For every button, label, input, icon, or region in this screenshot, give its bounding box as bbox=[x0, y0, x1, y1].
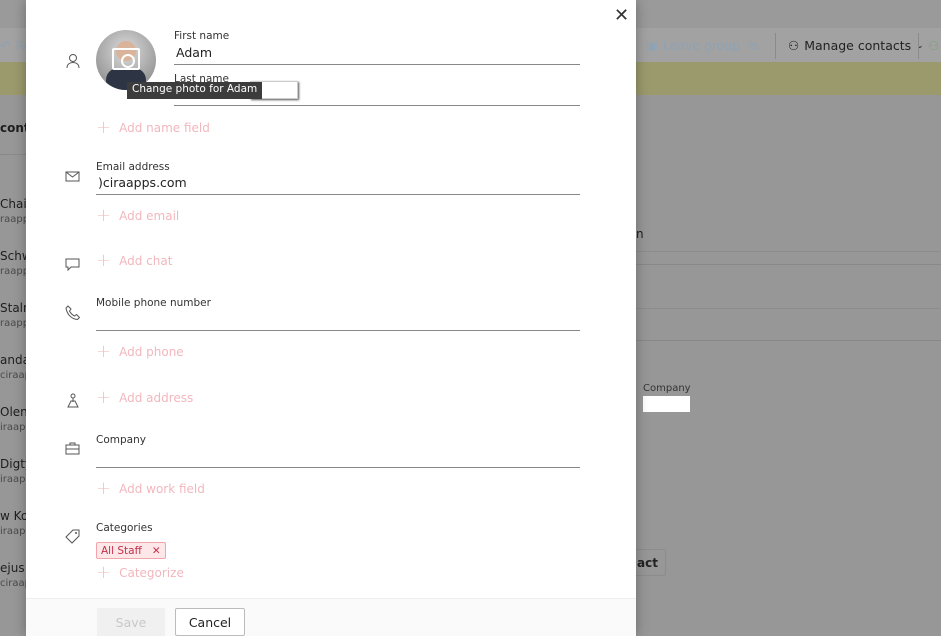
plus-icon: + bbox=[96, 562, 112, 583]
background-contact-email: raapp bbox=[0, 214, 30, 225]
plus-icon: + bbox=[96, 341, 112, 362]
background-contact-name[interactable]: Chai bbox=[0, 197, 27, 211]
briefcase-icon bbox=[65, 442, 80, 455]
background-company-label: Company bbox=[643, 383, 691, 394]
mail-notify-button[interactable]: ✉ bbox=[748, 38, 758, 53]
first-name-label: First name bbox=[174, 30, 230, 42]
categorize-button[interactable]: + Categorize bbox=[96, 562, 184, 583]
remove-category-icon[interactable]: ✕ bbox=[152, 545, 161, 557]
plus-icon: + bbox=[96, 250, 112, 271]
background-text: n bbox=[636, 227, 644, 241]
close-icon[interactable]: ✕ bbox=[614, 5, 629, 26]
plus-icon: + bbox=[96, 205, 112, 226]
edit-contact-dialog: ✕ First name Adam Last name Schwab Chang… bbox=[26, 0, 636, 636]
add-phone-label: Add phone bbox=[119, 344, 184, 359]
first-name-input[interactable]: Adam bbox=[174, 45, 580, 65]
add-email-button[interactable]: + Add email bbox=[96, 205, 179, 226]
phone-icon bbox=[65, 305, 81, 321]
leave-group-label: Leave group bbox=[662, 38, 741, 53]
add-phone-button[interactable]: + Add phone bbox=[96, 341, 184, 362]
person-add-icon: ⚇ bbox=[928, 38, 940, 53]
background-company-input[interactable] bbox=[643, 396, 690, 412]
background-contact-name[interactable]: w Ko bbox=[0, 509, 28, 523]
undo-icon: ↶ bbox=[0, 38, 11, 53]
tag-icon bbox=[65, 529, 80, 544]
categories-label: Categories bbox=[96, 522, 153, 534]
category-chip-label: All Staff bbox=[101, 544, 142, 557]
mail-icon bbox=[65, 171, 80, 182]
phone-label: Mobile phone number bbox=[96, 297, 211, 309]
manage-contacts-label: Manage contacts bbox=[804, 38, 912, 53]
background-contact-email: raapp bbox=[0, 318, 30, 329]
company-input[interactable] bbox=[96, 448, 580, 468]
plus-icon: + bbox=[96, 117, 112, 138]
add-name-field-label: Add name field bbox=[119, 120, 210, 135]
email-input[interactable]: )ciraapps.com bbox=[96, 175, 580, 195]
plus-icon: + bbox=[96, 478, 112, 499]
manage-contacts-button[interactable]: ⚇ Manage contacts ⌄ bbox=[788, 38, 924, 53]
chat-icon bbox=[65, 258, 80, 272]
save-button[interactable]: Save bbox=[97, 608, 165, 636]
categorize-label: Categorize bbox=[119, 565, 184, 580]
toolbar-divider bbox=[918, 33, 919, 59]
change-photo-tooltip: Change photo for Adam bbox=[127, 82, 263, 99]
background-contact-email: raapp bbox=[0, 266, 30, 277]
change-photo-button[interactable] bbox=[96, 30, 156, 90]
add-address-button[interactable]: + Add address bbox=[96, 387, 193, 408]
category-chip: All Staff ✕ bbox=[96, 542, 166, 559]
company-label: Company bbox=[96, 434, 146, 446]
add-work-field-label: Add work field bbox=[119, 481, 205, 496]
cancel-button[interactable]: Cancel bbox=[175, 608, 245, 636]
camera-icon bbox=[112, 48, 140, 70]
add-person-button[interactable]: ⚇ bbox=[928, 38, 939, 53]
leave-group-button[interactable]: ▣ Leave group bbox=[646, 38, 740, 53]
toolbar-divider bbox=[775, 33, 776, 59]
people-gear-icon: ⚇ bbox=[788, 38, 800, 53]
background-button-label: act bbox=[637, 556, 658, 570]
phone-input[interactable] bbox=[96, 311, 580, 331]
email-label: Email address bbox=[96, 161, 170, 173]
address-pin-icon bbox=[67, 393, 79, 408]
plus-icon: + bbox=[96, 387, 112, 408]
add-email-label: Add email bbox=[119, 208, 180, 223]
leave-group-icon: ▣ bbox=[646, 38, 658, 53]
add-chat-label: Add chat bbox=[119, 253, 173, 268]
divider bbox=[0, 154, 26, 155]
add-name-field-button[interactable]: + Add name field bbox=[96, 117, 210, 138]
add-chat-button[interactable]: + Add chat bbox=[96, 250, 172, 271]
mail-bell-icon: ✉ bbox=[748, 38, 759, 53]
add-work-field-button[interactable]: + Add work field bbox=[96, 478, 205, 499]
person-icon bbox=[66, 54, 80, 69]
add-address-label: Add address bbox=[119, 390, 194, 405]
